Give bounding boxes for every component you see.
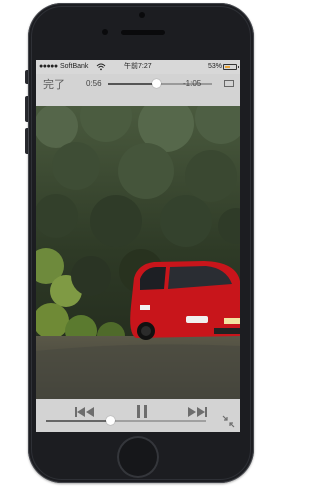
- scrubber-progress: [108, 83, 156, 85]
- volume-thumb[interactable]: [106, 416, 115, 425]
- scrubber-thumb[interactable]: [151, 79, 161, 88]
- volume-slider[interactable]: [46, 416, 206, 425]
- clock: 午前7:27: [124, 63, 152, 70]
- exit-fullscreen-icon[interactable]: [222, 415, 235, 428]
- earpiece-speaker: [121, 30, 165, 35]
- volume-level: [46, 420, 110, 422]
- wifi-icon: [96, 60, 106, 74]
- battery-tip: [238, 66, 239, 68]
- video-scene: [36, 106, 240, 399]
- pause-icon[interactable]: [135, 404, 149, 419]
- status-bar: ●●●●● SoftBank 午前7:27 53%: [36, 60, 240, 74]
- skip-previous-icon[interactable]: [74, 405, 96, 419]
- battery-icon: [223, 64, 239, 70]
- aspect-ratio-icon[interactable]: [224, 80, 234, 87]
- red-car: [130, 261, 240, 340]
- battery-percent: 53%: [208, 63, 223, 70]
- battery-level: [225, 66, 231, 68]
- player-top-bar: 完了 0:56 -1:05: [36, 74, 240, 94]
- front-sensor: [139, 12, 145, 18]
- remaining-time: -1:05: [183, 79, 202, 88]
- front-camera: [102, 29, 108, 35]
- home-button[interactable]: [117, 436, 159, 478]
- road-shadow: [36, 344, 240, 399]
- done-button[interactable]: 完了: [43, 76, 65, 92]
- screen: ●●●●● SoftBank 午前7:27 53% 完了 0:56 -1:05: [36, 60, 240, 432]
- carrier-name: SoftBank: [60, 63, 89, 70]
- video-frame[interactable]: [36, 106, 240, 399]
- playback-controls: [36, 399, 240, 432]
- skip-next-icon[interactable]: [186, 405, 208, 419]
- signal-strength: ●●●●●: [39, 63, 58, 70]
- elapsed-time: 0:56: [86, 79, 102, 88]
